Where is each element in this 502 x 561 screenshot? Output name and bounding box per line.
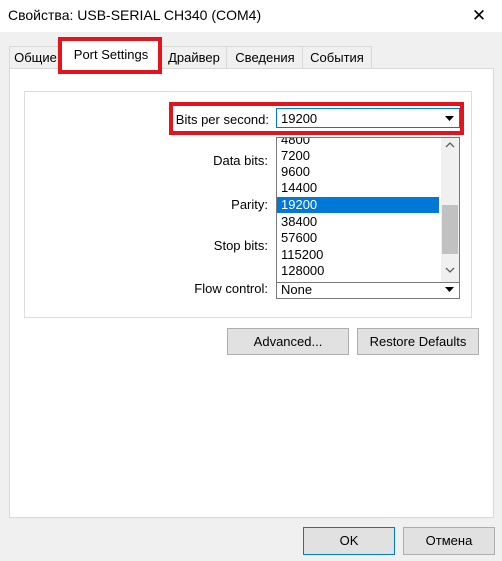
dropdown-scrollbar[interactable] — [441, 138, 459, 282]
scroll-down-icon[interactable] — [445, 266, 455, 274]
parity-label: Parity: — [231, 197, 268, 212]
list-item[interactable]: 38400 — [277, 214, 439, 230]
stop-bits-label: Stop bits: — [213, 238, 268, 253]
list-item[interactable]: 14400 — [277, 180, 439, 196]
bits-per-second-label: Bits per second: — [175, 112, 269, 127]
ok-button[interactable]: OK — [303, 527, 395, 555]
list-item[interactable]: 9600 — [277, 164, 439, 180]
list-item[interactable]: 128000 — [277, 263, 439, 279]
title-bar: Свойства: USB-SERIAL CH340 (COM4) ✕ — [0, 0, 502, 32]
flow-control-value: None — [281, 282, 313, 297]
list-item[interactable]: 115200 — [277, 247, 439, 263]
data-bits-label: Data bits: — [213, 153, 268, 168]
tab-general[interactable]: Общие — [9, 46, 62, 69]
chevron-down-icon[interactable] — [442, 282, 457, 296]
tab-driver[interactable]: Драйвер — [160, 46, 228, 69]
list-item[interactable]: 7200 — [277, 148, 439, 164]
list-item[interactable]: 4800 — [277, 138, 439, 148]
close-button[interactable]: ✕ — [456, 0, 502, 32]
cancel-button[interactable]: Отмена — [403, 527, 495, 555]
chevron-down-icon[interactable] — [442, 111, 457, 125]
window-title: Свойства: USB-SERIAL CH340 (COM4) — [8, 7, 262, 23]
list-item[interactable]: 57600 — [277, 230, 439, 246]
bits-per-second-select[interactable]: 19200 — [276, 108, 460, 128]
advanced-button[interactable]: Advanced... — [227, 328, 349, 355]
scrollbar-thumb[interactable] — [442, 205, 458, 254]
bits-per-second-dropdown[interactable]: 4800 7200 9600 14400 19200 38400 57600 1… — [276, 137, 460, 283]
flow-control-label: Flow control: — [194, 281, 268, 296]
tab-port-settings[interactable]: Port Settings — [60, 40, 162, 70]
bits-per-second-value: 19200 — [281, 111, 318, 126]
close-icon: ✕ — [471, 6, 487, 25]
tab-events[interactable]: События — [302, 46, 372, 69]
tab-details[interactable]: Сведения — [226, 46, 304, 69]
list-item-selected[interactable]: 19200 — [277, 197, 439, 213]
scroll-up-icon[interactable] — [445, 141, 455, 149]
restore-defaults-button[interactable]: Restore Defaults — [357, 328, 479, 355]
